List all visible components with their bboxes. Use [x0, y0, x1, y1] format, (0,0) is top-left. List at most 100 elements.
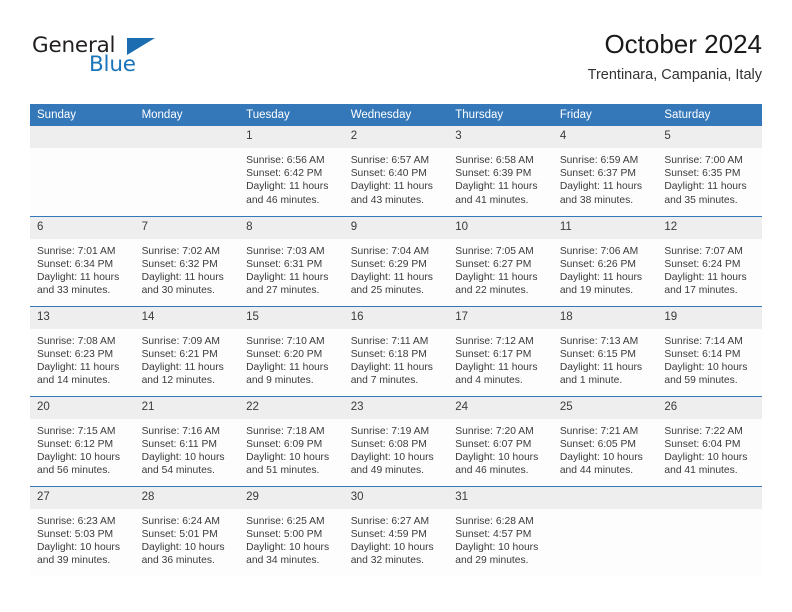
- day-sun-info: Sunrise: 7:06 AM Sunset: 6:26 PM Daylight:…: [553, 239, 658, 298]
- calendar-day-cell[interactable]: 8 Sunrise: 7:03 AM Sunset: 6:31 PM Daylight…: [239, 215, 344, 306]
- calendar-day-cell[interactable]: 26 Sunrise: 7:22 AM Sunset: 6:04 PM Dayligh…: [657, 395, 762, 486]
- calendar-day-cell-empty: [552, 485, 658, 576]
- day-sun-info: Sunrise: 6:56 AM Sunset: 6:42 PM Daylight:…: [239, 148, 344, 207]
- sunset-text: Sunset: 6:11 PM: [141, 438, 217, 450]
- day-number: 29: [239, 486, 344, 509]
- calendar-week-row: 1 Sunrise: 6:56 AM Sunset: 6:42 PM Daylight…: [30, 126, 762, 216]
- weekday-header-friday: Friday: [552, 104, 658, 126]
- page-header: General Blue October 2024 Trentinara, Ca…: [30, 28, 762, 94]
- day-sun-info: Sunrise: 6:59 AM Sunset: 6:37 PM Daylight:…: [553, 148, 658, 207]
- sunrise-text: Sunrise: 7:06 AM: [559, 245, 639, 257]
- day-number: 30: [343, 486, 449, 509]
- calendar-day-cell[interactable]: 25 Sunrise: 7:21 AM Sunset: 6:05 PM Dayligh…: [552, 395, 658, 486]
- calendar-day-cell[interactable]: 24 Sunrise: 7:20 AM Sunset: 6:07 PM Dayligh…: [448, 395, 553, 486]
- calendar-day-cell[interactable]: 20 Sunrise: 7:15 AM Sunset: 6:12 PM Dayligh…: [30, 395, 135, 486]
- day-number: 5: [657, 126, 762, 148]
- calendar-day-cell[interactable]: 30 Sunrise: 6:27 AM Sunset: 4:59 PM Dayligh…: [343, 485, 449, 576]
- day-number: [657, 486, 762, 509]
- calendar-day-cell[interactable]: 12 Sunrise: 7:07 AM Sunset: 6:24 PM Dayligh…: [657, 215, 762, 306]
- sunrise-text: Sunrise: 7:10 AM: [246, 335, 325, 347]
- day-sun-info: Sunrise: 6:24 AM Sunset: 5:01 PM Daylight:…: [135, 509, 240, 568]
- day-sun-info: Sunrise: 7:04 AM Sunset: 6:29 PM Daylight:…: [344, 239, 449, 298]
- day-number: 20: [30, 396, 135, 419]
- calendar-day-cell[interactable]: 10 Sunrise: 7:05 AM Sunset: 6:27 PM Dayligh…: [448, 215, 553, 306]
- daylight-text: Daylight: 10 hours and 49 minutes.: [350, 451, 434, 477]
- calendar-day-cell[interactable]: 27 Sunrise: 6:23 AM Sunset: 5:03 PM Dayligh…: [30, 485, 135, 576]
- day-number: 17: [448, 306, 553, 329]
- calendar-day-cell[interactable]: 2 Sunrise: 6:57 AM Sunset: 6:40 PM Daylight…: [343, 126, 449, 216]
- daylight-text: Daylight: 10 hours and 44 minutes.: [559, 451, 643, 477]
- sunrise-text: Sunrise: 7:09 AM: [141, 335, 220, 347]
- sunrise-text: Sunrise: 7:22 AM: [664, 425, 743, 437]
- calendar-day-cell[interactable]: 14 Sunrise: 7:09 AM Sunset: 6:21 PM Dayligh…: [134, 305, 240, 396]
- sunset-text: Sunset: 6:29 PM: [350, 258, 427, 270]
- daylight-text: Daylight: 10 hours and 59 minutes.: [664, 361, 748, 387]
- calendar-week-row: 20 Sunrise: 7:15 AM Sunset: 6:12 PM Dayligh…: [30, 395, 762, 486]
- general-blue-logo: General Blue: [30, 34, 230, 90]
- day-sun-info: Sunrise: 7:07 AM Sunset: 6:24 PM Daylight:…: [657, 239, 762, 298]
- sunset-text: Sunset: 6:21 PM: [141, 348, 218, 360]
- calendar-day-cell[interactable]: 11 Sunrise: 7:06 AM Sunset: 6:26 PM Dayligh…: [552, 215, 658, 306]
- sunset-text: Sunset: 5:00 PM: [246, 528, 323, 540]
- sunrise-text: Sunrise: 7:03 AM: [246, 245, 325, 257]
- sunrise-text: Sunrise: 6:25 AM: [246, 515, 325, 527]
- day-number: 4: [552, 126, 658, 148]
- daylight-text: Daylight: 11 hours and 14 minutes.: [37, 361, 120, 387]
- calendar-day-cell[interactable]: 13 Sunrise: 7:08 AM Sunset: 6:23 PM Dayligh…: [30, 305, 135, 396]
- day-number: 6: [30, 216, 135, 239]
- calendar-body: 1 Sunrise: 6:56 AM Sunset: 6:42 PM Daylight…: [30, 126, 762, 576]
- sunset-text: Sunset: 6:07 PM: [455, 438, 532, 450]
- calendar-day-cell[interactable]: 5 Sunrise: 7:00 AM Sunset: 6:35 PM Daylight…: [657, 126, 762, 216]
- daylight-text: Daylight: 10 hours and 41 minutes.: [664, 451, 748, 477]
- calendar-day-cell[interactable]: 17 Sunrise: 7:12 AM Sunset: 6:17 PM Dayligh…: [448, 305, 553, 396]
- daylight-text: Daylight: 11 hours and 38 minutes.: [559, 181, 643, 206]
- calendar-day-cell[interactable]: 29 Sunrise: 6:25 AM Sunset: 5:00 PM Dayligh…: [239, 485, 344, 576]
- sunset-text: Sunset: 6:14 PM: [664, 348, 741, 360]
- calendar-day-cell[interactable]: 15 Sunrise: 7:10 AM Sunset: 6:20 PM Dayligh…: [239, 305, 344, 396]
- daylight-text: Daylight: 10 hours and 46 minutes.: [455, 451, 539, 477]
- day-sun-info: Sunrise: 7:14 AM Sunset: 6:14 PM Daylight:…: [657, 329, 762, 388]
- day-sun-info: Sunrise: 6:58 AM Sunset: 6:39 PM Daylight:…: [448, 148, 553, 207]
- calendar-day-cell[interactable]: 22 Sunrise: 7:18 AM Sunset: 6:09 PM Dayligh…: [239, 395, 344, 486]
- calendar-day-cell[interactable]: 23 Sunrise: 7:19 AM Sunset: 6:08 PM Dayligh…: [343, 395, 449, 486]
- sunset-text: Sunset: 6:27 PM: [455, 258, 532, 270]
- sunrise-text: Sunrise: 7:00 AM: [664, 155, 743, 166]
- day-sun-info: Sunrise: 7:18 AM Sunset: 6:09 PM Daylight:…: [239, 419, 344, 478]
- calendar-day-cell[interactable]: 3 Sunrise: 6:58 AM Sunset: 6:39 PM Daylight…: [448, 126, 553, 216]
- sunset-text: Sunset: 6:04 PM: [664, 438, 741, 450]
- sunset-text: Sunset: 6:20 PM: [246, 348, 323, 360]
- daylight-text: Daylight: 10 hours and 39 minutes.: [37, 541, 120, 567]
- daylight-text: Daylight: 10 hours and 36 minutes.: [141, 541, 225, 567]
- daylight-text: Daylight: 10 hours and 32 minutes.: [350, 541, 434, 567]
- day-sun-info: Sunrise: 6:27 AM Sunset: 4:59 PM Daylight:…: [344, 509, 449, 568]
- day-number: 14: [134, 306, 240, 329]
- sunrise-text: Sunrise: 7:16 AM: [141, 425, 220, 437]
- calendar-day-cell[interactable]: 31 Sunrise: 6:28 AM Sunset: 4:57 PM Dayligh…: [448, 485, 553, 576]
- calendar-day-cell[interactable]: 1 Sunrise: 6:56 AM Sunset: 6:42 PM Daylight…: [239, 126, 344, 216]
- calendar-day-cell[interactable]: 6 Sunrise: 7:01 AM Sunset: 6:34 PM Daylight…: [30, 215, 135, 306]
- calendar-day-cell[interactable]: 4 Sunrise: 6:59 AM Sunset: 6:37 PM Daylight…: [552, 126, 658, 216]
- sunrise-text: Sunrise: 6:57 AM: [350, 155, 430, 166]
- calendar-day-cell[interactable]: 7 Sunrise: 7:02 AM Sunset: 6:32 PM Daylight…: [134, 215, 240, 306]
- calendar-day-cell[interactable]: 16 Sunrise: 7:11 AM Sunset: 6:18 PM Dayligh…: [343, 305, 449, 396]
- day-sun-info: Sunrise: 7:21 AM Sunset: 6:05 PM Daylight:…: [553, 419, 658, 478]
- day-number: 3: [448, 126, 553, 148]
- calendar-day-cell[interactable]: 19 Sunrise: 7:14 AM Sunset: 6:14 PM Dayligh…: [657, 305, 762, 396]
- sunset-text: Sunset: 5:03 PM: [37, 528, 114, 540]
- calendar-day-cell[interactable]: 18 Sunrise: 7:13 AM Sunset: 6:15 PM Dayligh…: [552, 305, 658, 396]
- calendar-day-cell[interactable]: 9 Sunrise: 7:04 AM Sunset: 6:29 PM Daylight…: [343, 215, 449, 306]
- day-sun-info: Sunrise: 7:15 AM Sunset: 6:12 PM Daylight:…: [30, 419, 135, 478]
- sunrise-text: Sunrise: 6:27 AM: [350, 515, 430, 527]
- sunrise-text: Sunrise: 7:08 AM: [37, 335, 116, 347]
- sunset-text: Sunset: 6:15 PM: [559, 348, 636, 360]
- daylight-text: Daylight: 10 hours and 56 minutes.: [37, 451, 120, 477]
- day-sun-info: Sunrise: 7:02 AM Sunset: 6:32 PM Daylight:…: [135, 239, 240, 298]
- day-number: 10: [448, 216, 553, 239]
- day-sun-info: Sunrise: 7:12 AM Sunset: 6:17 PM Daylight:…: [448, 329, 553, 388]
- sunset-text: Sunset: 6:05 PM: [559, 438, 636, 450]
- sunset-text: Sunset: 4:59 PM: [350, 528, 427, 540]
- calendar-day-cell[interactable]: 21 Sunrise: 7:16 AM Sunset: 6:11 PM Dayligh…: [134, 395, 240, 486]
- sunrise-text: Sunrise: 7:05 AM: [455, 245, 534, 257]
- sunset-text: Sunset: 6:39 PM: [455, 168, 532, 180]
- calendar-day-cell[interactable]: 28 Sunrise: 6:24 AM Sunset: 5:01 PM Dayligh…: [134, 485, 240, 576]
